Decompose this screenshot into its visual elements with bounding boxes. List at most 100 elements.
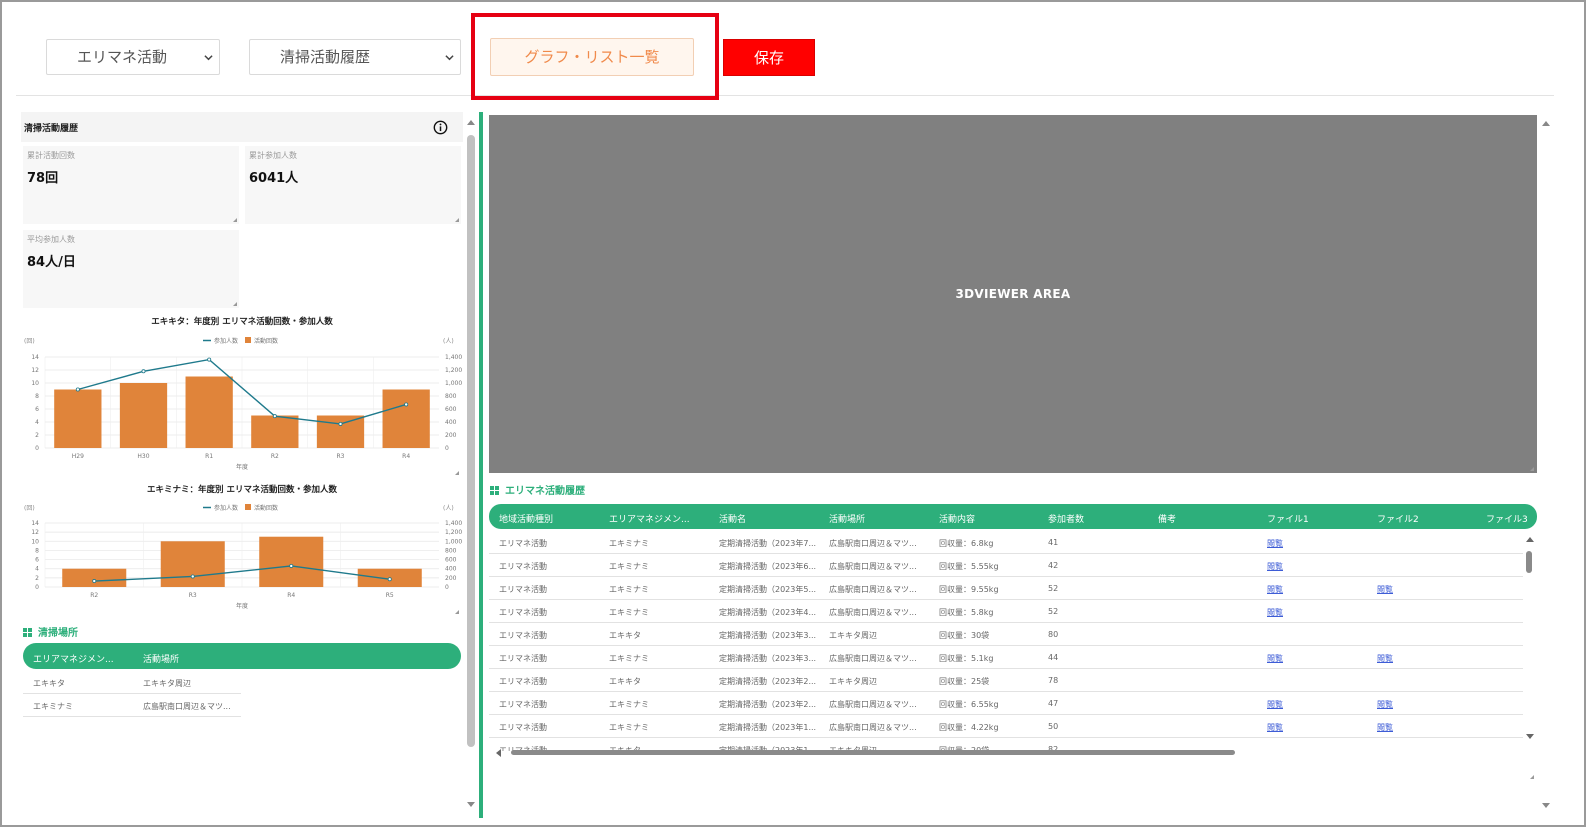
column-header[interactable]: 活動場所 [829,512,865,525]
kpi-card-average-participants: 平均参加人数 84人/日 [23,230,239,308]
line-point [272,414,277,419]
bar [382,389,430,448]
resize-handle[interactable] [1530,467,1534,471]
view-file-link[interactable]: 閲覧 [1377,584,1393,595]
y-tick-label-right: 1,000 [445,538,462,545]
content-select[interactable]: 清掃活動履歴 [249,39,461,75]
column-header[interactable]: 地域活動種別 [499,512,553,525]
x-tick-label: R3 [189,592,197,599]
view-file-link[interactable]: 閲覧 [1267,584,1283,595]
kpi-label: 平均参加人数 [27,235,75,244]
table-cell: エキキタ周辺 [829,631,877,640]
view-file-link[interactable]: 閲覧 [1267,722,1283,733]
x-tick-label: H29 [72,453,84,460]
places-section-title: 清掃場所 [23,624,78,639]
y-tick-label-right: 600 [445,406,457,413]
column-header[interactable]: ファイル1 [1267,512,1309,525]
legend-swatch-bar [245,337,251,343]
left-scroll-thumb[interactable] [467,135,475,747]
table-cell: エキミナミ [609,608,649,617]
y-axis-unit-left: (回) [24,505,35,512]
table-row[interactable]: エキミナミ 広島駅南口周辺＆マツ... [23,694,241,717]
resize-handle[interactable] [455,218,459,222]
bar [259,536,324,587]
table-row[interactable]: エリマネ活動 エキミナミ 定期清掃活動（2023年5... 広島駅南口周辺＆マツ...… [489,577,1523,600]
scroll-up-icon[interactable] [467,120,475,125]
panel-splitter[interactable] [479,112,483,818]
column-header[interactable]: ファイル2 [1377,512,1419,525]
table-cell: 回収量：5.8kg [939,608,994,617]
table-row[interactable]: エリマネ活動 エキミナミ 定期清掃活動（2023年3... 広島駅南口周辺＆マツ...… [489,646,1523,669]
view-file-link[interactable]: 閲覧 [1377,653,1393,664]
y-tick-label-left: 4 [35,419,39,426]
y-tick-label-left: 10 [31,538,39,545]
table-vertical-scroll-thumb[interactable] [1526,551,1532,573]
viewer-label: 3DVIEWER AREA [955,287,1071,301]
x-tick-label: R2 [271,453,279,460]
table-cell: 定期清掃活動（2023年7... [719,539,817,548]
category-select[interactable]: エリマネ活動 [46,39,220,75]
column-header[interactable]: 備考 [1158,512,1176,525]
table-cell: エキミナミ [609,654,649,663]
scroll-up-icon[interactable] [1542,121,1550,126]
activities-table-body: エリマネ活動 エキミナミ 定期清掃活動（2023年7... 広島駅南口周辺＆マツ...… [489,531,1523,751]
graph-list-button[interactable]: グラフ・リスト一覧 [490,38,694,76]
resize-handle[interactable] [233,218,237,222]
table-row[interactable]: エリマネ活動 エキミナミ 定期清掃活動（2023年6... 広島駅南口周辺＆マツ...… [489,554,1523,577]
chart-title: エキキタ：年度別 エリマネ活動回数・参加人数 [151,316,333,327]
table-cell: 定期清掃活動（2023年1... [719,723,817,732]
table-horizontal-scroll-thumb[interactable] [511,750,1235,755]
table-cell: 50 [1048,722,1059,731]
right-scrollbar[interactable] [1540,115,1552,815]
scroll-up-icon[interactable] [1526,537,1534,542]
scroll-down-icon[interactable] [1542,803,1550,808]
table-cell: エキミナミ [609,723,649,732]
scroll-down-icon[interactable] [1526,734,1534,739]
table-cell: エキミナミ [609,700,649,709]
y-tick-label-left: 14 [31,520,39,527]
3d-viewer-area[interactable]: 3DVIEWER AREA [489,115,1537,473]
resize-handle[interactable] [1530,775,1534,779]
column-header[interactable]: 活動内容 [939,512,975,525]
column-header[interactable]: 活動場所 [143,652,179,665]
column-header[interactable]: エリアマネジメン... [33,652,114,665]
table-row[interactable]: エキキタ エキキタ周辺 [23,671,241,694]
toolbar: エリマネ活動 清掃活動履歴 グラフ・リスト一覧 保存 [16,13,1554,100]
column-header[interactable]: ファイル3 [1486,512,1528,525]
x-axis-title: 年度 [236,463,248,471]
table-row[interactable]: エリマネ活動 エキミナミ 定期清掃活動（2023年7... 広島駅南口周辺＆マツ...… [489,531,1523,554]
legend-swatch-bar [245,504,251,510]
y-tick-label-left: 12 [31,529,39,536]
table-row[interactable]: エリマネ活動 エキキタ 定期清掃活動（2023年3... エキキタ周辺 回収量：30袋 8… [489,623,1523,646]
table-row[interactable]: エリマネ活動 エキミナミ 定期清掃活動（2023年4... 広島駅南口周辺＆マツ...… [489,600,1523,623]
view-file-link[interactable]: 閲覧 [1267,607,1283,618]
table-cell: 回収量：6.55kg [939,700,999,709]
table-cell: 広島駅南口周辺＆マツ... [143,702,231,711]
view-file-link[interactable]: 閲覧 [1267,538,1283,549]
column-header[interactable]: エリアマネジメン... [609,512,690,525]
scroll-left-icon[interactable] [496,749,501,757]
table-row[interactable]: エリマネ活動 エキキタ 定期清掃活動（2023年2... エキキタ周辺 回収量：25袋 7… [489,669,1523,692]
view-file-link[interactable]: 閲覧 [1267,653,1283,664]
table-cell: エリマネ活動 [499,654,547,663]
save-button[interactable]: 保存 [723,39,815,76]
column-header[interactable]: 参加者数 [1048,512,1084,525]
view-file-link[interactable]: 閲覧 [1267,699,1283,710]
view-file-link[interactable]: 閲覧 [1267,561,1283,572]
table-cell: エキキタ [33,679,65,688]
table-cell: エリマネ活動 [499,631,547,640]
y-tick-label-left: 2 [35,432,39,439]
line-point [141,369,146,374]
column-header[interactable]: 活動名 [719,512,746,525]
resize-handle[interactable] [233,302,237,306]
scroll-down-icon[interactable] [467,802,475,807]
line-point [404,402,409,407]
table-row[interactable]: エリマネ活動 エキミナミ 定期清掃活動（2023年2... 広島駅南口周辺＆マツ...… [489,692,1523,715]
info-icon[interactable] [433,120,448,135]
x-tick-label: R4 [402,453,410,460]
view-file-link[interactable]: 閲覧 [1377,722,1393,733]
table-row[interactable]: エリマネ活動 エキミナミ 定期清掃活動（2023年1... 広島駅南口周辺＆マツ...… [489,715,1523,738]
line-point [338,421,343,426]
legend-label: 活動回数 [254,504,278,512]
view-file-link[interactable]: 閲覧 [1377,699,1393,710]
